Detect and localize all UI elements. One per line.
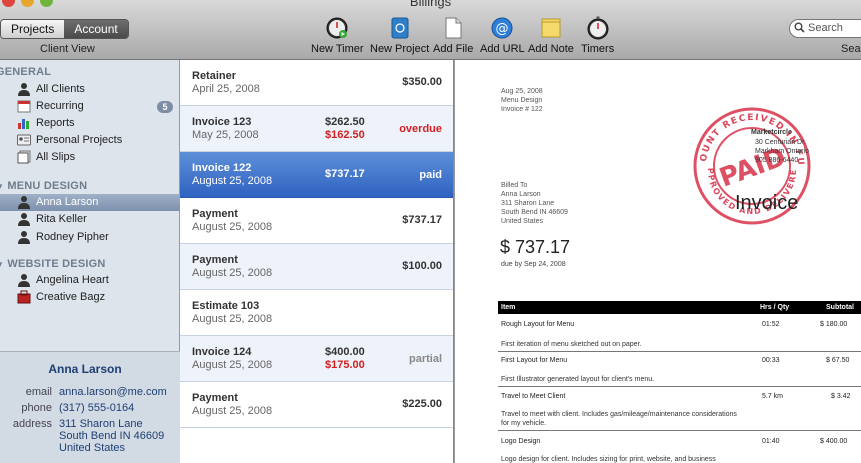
- billed-city: South Bend IN 46609: [501, 209, 568, 216]
- window-title: Billings: [409, 0, 452, 9]
- phone-label: phone: [21, 402, 52, 414]
- slip-row-invoice-122[interactable]: Invoice 122 August 25, 2008 $737.17 paid: [180, 152, 453, 198]
- document-type-label: Invoice: [735, 192, 799, 214]
- status-badge: partial: [408, 353, 442, 365]
- section-general: GENERAL: [0, 66, 52, 78]
- url-icon: @: [491, 17, 513, 39]
- invoice-project: Menu Design: [501, 97, 543, 104]
- billed-street: 311 Sharon Lane: [501, 200, 555, 207]
- contact-address-line1: 311 Sharon Lane: [59, 418, 143, 430]
- timer-icon: [326, 17, 348, 39]
- billed-name: Anna Larson: [501, 191, 541, 198]
- file-icon: [445, 17, 462, 39]
- sidebar-item-all-clients[interactable]: All Clients: [0, 81, 180, 98]
- sidebar: GENERAL All Clients Recurring 5 Reports …: [0, 60, 180, 463]
- invoice-preview: Aug 25, 2008 Menu Design Invoice # 122 A…: [455, 60, 861, 463]
- sidebar-item-personal-projects[interactable]: Personal Projects: [0, 132, 180, 149]
- status-badge: overdue: [399, 123, 442, 135]
- divider: [498, 430, 861, 431]
- chart-icon: [18, 119, 29, 129]
- new-timer-button[interactable]: New Timer: [311, 16, 364, 55]
- timers-button[interactable]: Timers: [581, 16, 614, 55]
- line-item: Rough Layout for Menu 01:52 $ 180.00: [501, 321, 848, 328]
- slip-row-payment[interactable]: Payment August 25, 2008 $225.00: [180, 382, 453, 428]
- contact-phone: (317) 555-0164: [59, 402, 135, 414]
- contact-card: Anna Larson email anna.larson@me.com pho…: [0, 351, 180, 463]
- divider: [498, 386, 861, 387]
- new-project-button[interactable]: New Project: [370, 16, 429, 55]
- address-label: address: [12, 418, 52, 430]
- invoice-date: Aug 25, 2008: [501, 88, 543, 95]
- sidebar-item-angelina-heart[interactable]: Angelina Heart: [0, 272, 180, 289]
- status-badge: paid: [419, 169, 442, 181]
- contact-name: Anna Larson: [48, 362, 122, 376]
- account-segment[interactable]: Account: [64, 20, 128, 38]
- slip-row-estimate-103[interactable]: Estimate 103 August 25, 2008: [180, 290, 453, 336]
- slip-row-invoice-123[interactable]: Invoice 123 May 25, 2008 $262.50 $162.50…: [180, 106, 453, 152]
- add-url-button[interactable]: @ Add URL: [480, 16, 525, 55]
- person-icon: [18, 196, 30, 209]
- line-items-header: Item Hrs / Qty Subtotal: [498, 301, 861, 314]
- billed-to-label: Billed To: [501, 182, 528, 189]
- client-view-caption: Client View: [40, 43, 95, 55]
- slip-list: Retainer April 25, 2008 $350.00 Invoice …: [180, 60, 454, 463]
- person-icon: [18, 231, 30, 244]
- sidebar-item-recurring[interactable]: Recurring 5: [0, 98, 180, 115]
- sidebar-item-rita-keller[interactable]: Rita Keller: [0, 211, 180, 228]
- line-item-description: Logo design for client. Includes sizing …: [501, 456, 716, 463]
- sidebar-item-reports[interactable]: Reports: [0, 115, 180, 132]
- line-item-description: First Illustrator generated layout for c…: [501, 376, 655, 383]
- slips-icon: [17, 150, 31, 164]
- slip-row-invoice-124[interactable]: Invoice 124 August 25, 2008 $400.00 $175…: [180, 336, 453, 382]
- line-item: Travel to Meet Client 5.7 km $ 3.42: [501, 393, 851, 400]
- person-icon: [18, 274, 30, 287]
- contact-address-line2: South Bend IN 46609: [59, 430, 165, 442]
- disclosure-triangle-icon: ▼: [0, 182, 4, 191]
- slip-row-payment[interactable]: Payment August 25, 2008 $100.00: [180, 244, 453, 290]
- line-item-description: First iteration of menu sketched out on …: [501, 341, 642, 348]
- person-icon: [18, 213, 30, 226]
- invoice-number: Invoice # 122: [501, 106, 543, 113]
- line-item: First Layout for Menu 00:33 $ 67.50: [501, 357, 850, 364]
- slip-row-payment[interactable]: Payment August 25, 2008 $737.17: [180, 198, 453, 244]
- divider: [498, 351, 861, 352]
- company-phone: 905 886-6440: [755, 157, 799, 164]
- sidebar-item-all-slips[interactable]: All Slips: [0, 149, 180, 166]
- section-menu-design[interactable]: ▼ MENU DESIGN: [0, 180, 87, 192]
- sidebar-item-creative-bagz[interactable]: Creative Bagz: [0, 289, 180, 306]
- company-address-line2: Markham Ontario: [755, 148, 810, 155]
- search-caption: Search: [841, 43, 861, 55]
- disclosure-triangle-icon: ▼: [0, 260, 4, 269]
- line-item: Logo Design 01:40 $ 400.00: [501, 438, 848, 445]
- projects-segment[interactable]: Projects: [1, 20, 65, 38]
- sidebar-item-anna-larson[interactable]: Anna Larson: [0, 194, 180, 211]
- person-icon: [18, 83, 30, 96]
- invoice-due-date: due by Sep 24, 2008: [501, 261, 566, 268]
- company-address-line1: 30 Centurian Dr.: [755, 139, 806, 146]
- invoice-total: $ 737.17: [500, 237, 571, 257]
- id-card-icon: [17, 134, 31, 146]
- slip-row-retainer[interactable]: Retainer April 25, 2008 $350.00: [180, 60, 453, 106]
- add-file-button[interactable]: Add File: [433, 16, 473, 55]
- add-note-button[interactable]: Add Note: [528, 16, 574, 55]
- sidebar-item-rodney-pipher[interactable]: Rodney Pipher: [0, 229, 180, 246]
- email-label: email: [25, 386, 52, 398]
- view-segmented-control: Projects Account: [0, 19, 129, 39]
- svg-text:@: @: [496, 22, 509, 37]
- company-icon: [17, 290, 31, 304]
- billed-country: United States: [501, 218, 544, 225]
- section-website-design[interactable]: ▼ WEBSITE DESIGN: [0, 258, 106, 270]
- contact-email[interactable]: anna.larson@me.com: [59, 386, 167, 398]
- recurring-icon: [17, 100, 31, 113]
- notebook-icon: [391, 17, 409, 39]
- company-name: Marketcircle: [751, 129, 792, 136]
- recurring-count-badge: 5: [157, 101, 173, 113]
- stopwatch-icon: [587, 16, 609, 40]
- toolbar: Billings Projects Account Client View Ne…: [0, 0, 861, 60]
- contact-address-line3: United States: [59, 442, 126, 454]
- search-icon: [794, 22, 805, 33]
- note-icon: [541, 18, 561, 38]
- line-item-description: Travel to meet with client. Includes gas…: [501, 411, 737, 427]
